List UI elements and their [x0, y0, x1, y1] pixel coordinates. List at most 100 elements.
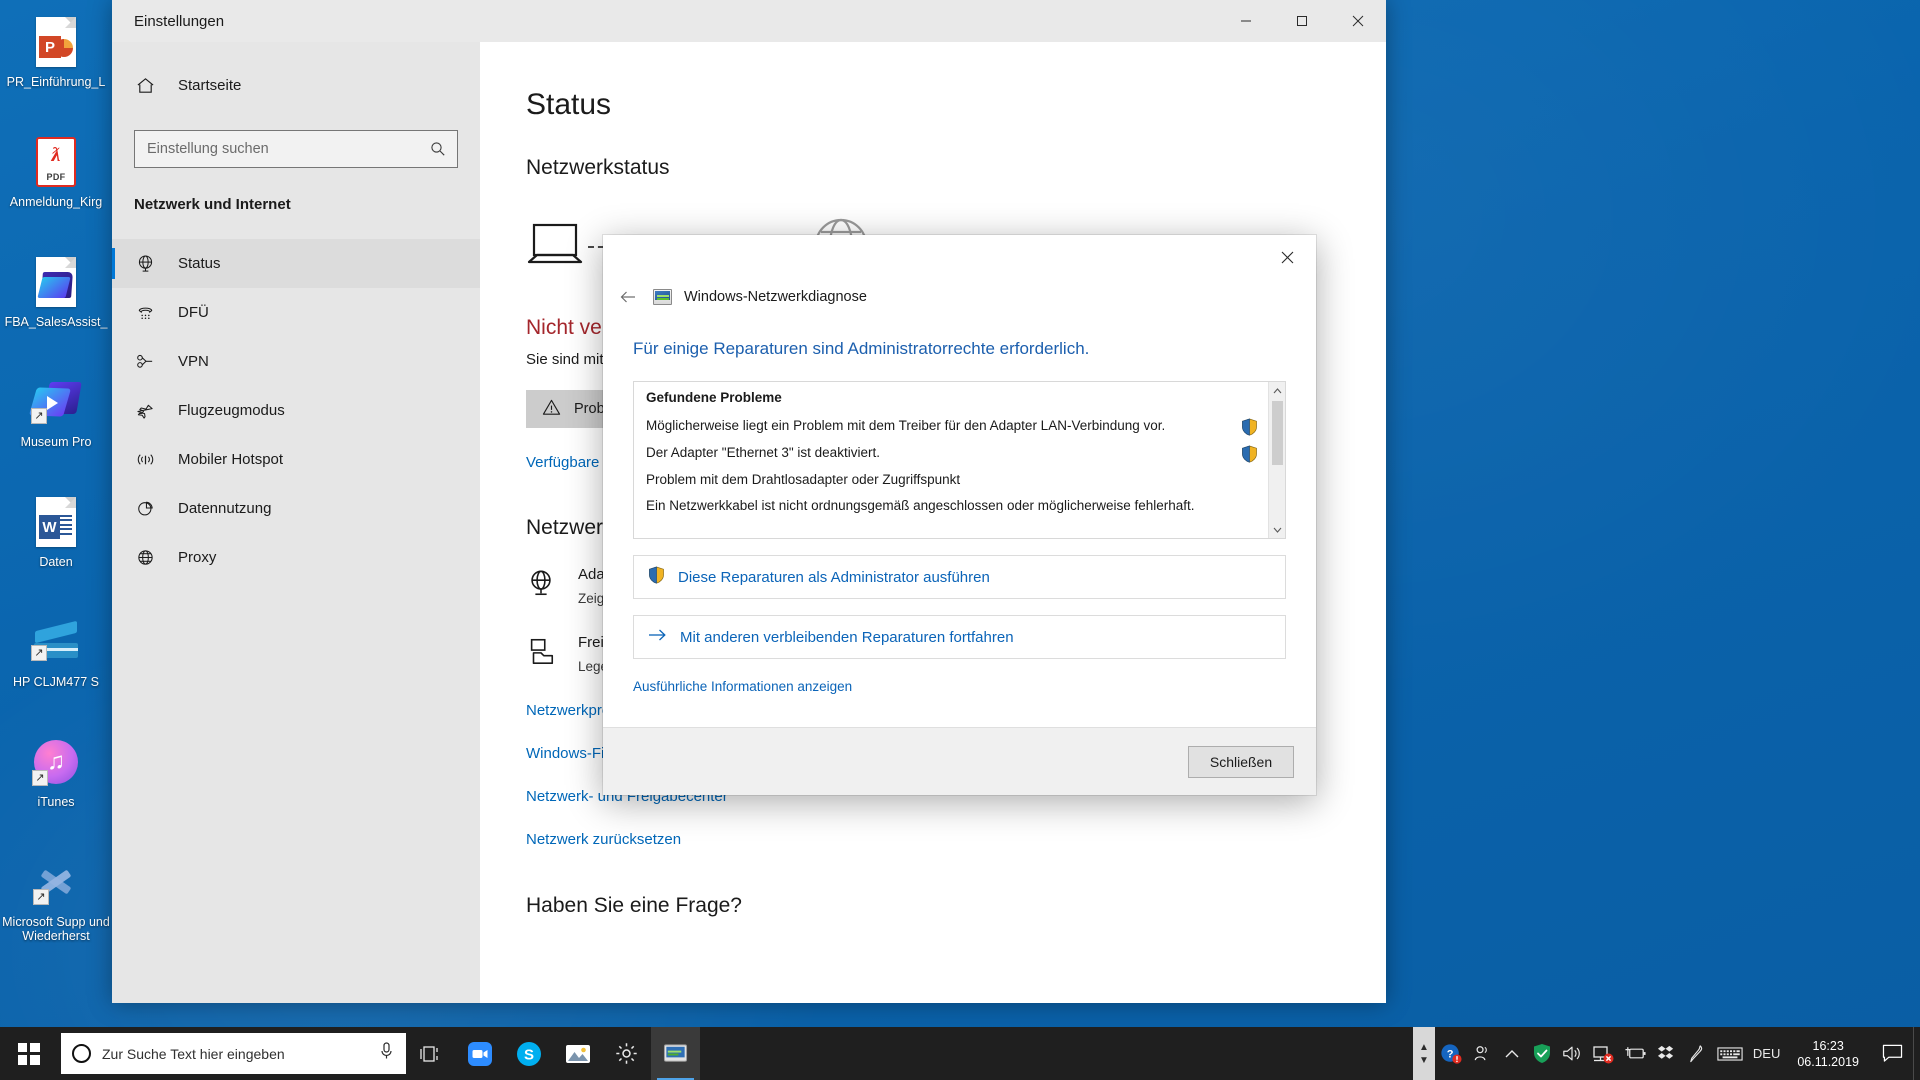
taskbar-app-skype[interactable]: S	[504, 1027, 553, 1080]
arrow-right-icon	[648, 628, 667, 646]
airplane-icon	[134, 401, 156, 420]
shield-icon	[648, 566, 665, 588]
desktop-icon-label: iTunes	[37, 795, 75, 809]
desktop-icon-powerpoint[interactable]: P PR_Einführung_L	[0, 6, 112, 126]
desktop-icon-label: Daten	[39, 555, 73, 569]
show-detailed-info-link[interactable]: Ausführliche Informationen anzeigen	[633, 679, 852, 694]
tray-power-icon[interactable]	[1619, 1027, 1652, 1080]
globe-icon	[134, 254, 156, 273]
tray-pen-icon[interactable]	[1682, 1027, 1712, 1080]
link-network-reset[interactable]: Netzwerk zurücksetzen	[526, 831, 1386, 848]
chevron-down-icon: ▼	[1418, 1054, 1429, 1066]
vpn-icon	[134, 352, 156, 371]
run-repairs-as-admin-button[interactable]: Diese Reparaturen als Administrator ausf…	[633, 555, 1286, 599]
taskbar-app-zoom[interactable]	[455, 1027, 504, 1080]
tray-security-icon[interactable]	[1527, 1027, 1557, 1080]
scanner-icon: ↗	[31, 616, 80, 668]
desktop-icon-label: PR_Einführung_L	[6, 75, 106, 89]
tray-show-hidden-icons[interactable]	[1497, 1027, 1527, 1080]
language-label: DEU	[1752, 1046, 1781, 1061]
found-problems-caption: Gefundene Probleme	[646, 390, 782, 405]
close-icon[interactable]	[1266, 241, 1308, 273]
hotspot-icon	[134, 450, 156, 469]
search-input[interactable]	[135, 131, 419, 167]
sidebar-item-status[interactable]: Status	[112, 239, 480, 288]
shortcut-arrow-icon: ↗	[33, 889, 49, 905]
itunes-icon: ♫ ↗	[32, 736, 80, 788]
tray-help-alert-icon[interactable]: ?	[1435, 1027, 1467, 1080]
problems-scrollbar[interactable]	[1268, 382, 1285, 538]
settings-titlebar[interactable]: Einstellungen	[112, 0, 1386, 42]
sidebar-item-label: Flugzeugmodus	[178, 402, 285, 419]
minimize-button[interactable]	[1218, 0, 1274, 42]
settings-search-box[interactable]	[134, 130, 458, 168]
sidebar-item-dfue[interactable]: DFÜ	[112, 288, 480, 337]
taskbar-app-settings[interactable]	[602, 1027, 651, 1080]
maximize-button[interactable]	[1274, 0, 1330, 42]
desktop-icon-fba-salesassist[interactable]: FBA_SalesAssist_	[0, 246, 112, 366]
globe-icon	[134, 548, 156, 567]
sidebar-item-mobile-hotspot[interactable]: Mobiler Hotspot	[112, 435, 480, 484]
sidebar-item-proxy[interactable]: Proxy	[112, 533, 480, 582]
museum-pro-icon: ↗	[28, 376, 82, 428]
taskbar-app-network-diagnostics[interactable]	[651, 1027, 700, 1080]
question-title: Haben Sie eine Frage?	[526, 894, 742, 917]
search-icon[interactable]	[419, 131, 457, 167]
dialog-title: Windows-Netzwerkdiagnose	[684, 289, 867, 305]
sidebar-item-label: VPN	[178, 353, 209, 370]
blue-folder-icon	[32, 256, 80, 308]
clock-date: 06.11.2019	[1797, 1054, 1859, 1069]
problem-text: Problem mit dem Drahtlosadapter oder Zug…	[646, 472, 961, 487]
back-arrow-icon[interactable]	[615, 284, 641, 310]
start-button[interactable]	[0, 1027, 57, 1080]
computer-icon	[526, 220, 588, 275]
action-center-button[interactable]	[1871, 1027, 1913, 1080]
sidebar-item-label: Startseite	[178, 76, 242, 94]
tray-language-indicator[interactable]: DEU	[1748, 1027, 1785, 1080]
sidebar-item-label: Proxy	[178, 549, 217, 566]
microphone-icon[interactable]	[379, 1042, 395, 1065]
taskbar-search-box[interactable]: Zur Suche Text hier eingeben	[61, 1033, 406, 1074]
window-title: Einstellungen	[134, 12, 225, 30]
sidebar-item-home[interactable]: Startseite	[112, 62, 480, 108]
desktop-icon-museum-pro[interactable]: ↗ Museum Pro	[0, 366, 112, 486]
desktop-icon-pdf[interactable]: ƛ PDF Anmeldung_Kirg	[0, 126, 112, 246]
close-dialog-button[interactable]: Schließen	[1188, 745, 1294, 778]
desktop-icon-daten[interactable]: W Daten	[0, 486, 112, 606]
dialog-navbar: Windows-Netzwerkdiagnose	[603, 281, 1316, 313]
pie-chart-icon	[134, 499, 156, 518]
chevron-down-icon[interactable]	[1269, 521, 1286, 538]
found-problems-list: Gefundene Probleme Möglicherweise liegt …	[634, 382, 1268, 538]
sidebar-item-airplane-mode[interactable]: Flugzeugmodus	[112, 386, 480, 435]
powerpoint-icon: P	[32, 16, 80, 68]
task-view-button[interactable]	[406, 1027, 455, 1080]
tray-network-error-icon[interactable]	[1587, 1027, 1619, 1080]
cortana-circle-icon	[72, 1044, 91, 1063]
desktop-icon-label: Museum Pro	[20, 435, 92, 449]
close-button[interactable]	[1330, 0, 1386, 42]
show-desktop-button[interactable]	[1913, 1027, 1920, 1080]
shortcut-arrow-icon: ↗	[32, 770, 48, 786]
taskbar-app-photos[interactable]	[553, 1027, 602, 1080]
desktop-icon-itunes[interactable]: ♫ ↗ iTunes	[0, 726, 112, 846]
desktop-icon-support-recovery[interactable]: ↗ Microsoft Supp und Wiederherst	[0, 846, 112, 966]
desktop-icon-hp-scanner[interactable]: ↗ HP CLJM477 S	[0, 606, 112, 726]
sidebar-item-data-usage[interactable]: Datennutzung	[112, 484, 480, 533]
tray-people-icon[interactable]	[1467, 1027, 1497, 1080]
dialog-titlebar[interactable]	[603, 235, 1316, 281]
desktop-icon-label: HP CLJM477 S	[13, 675, 99, 689]
sidebar-item-label: Mobiler Hotspot	[178, 451, 284, 468]
tray-volume-icon[interactable]	[1557, 1027, 1587, 1080]
tray-clock[interactable]: 16:23 06.11.2019	[1785, 1027, 1871, 1080]
scrollbar-thumb[interactable]	[1271, 401, 1283, 465]
continue-other-repairs-button[interactable]: Mit anderen verbleibenden Reparaturen fo…	[633, 615, 1286, 659]
action-label: Diese Reparaturen als Administrator ausf…	[678, 568, 990, 586]
tray-dropbox-icon[interactable]	[1652, 1027, 1682, 1080]
sidebar-item-vpn[interactable]: VPN	[112, 337, 480, 386]
tray-keyboard-icon[interactable]	[1712, 1027, 1748, 1080]
found-problems-box: Gefundene Probleme Möglicherweise liegt …	[633, 381, 1286, 539]
desktop-icon-label: FBA_SalesAssist_	[4, 315, 108, 329]
warning-icon	[542, 398, 561, 421]
chevron-up-icon[interactable]	[1269, 382, 1286, 399]
tray-expand-toggle[interactable]: ▲ ▼	[1412, 1027, 1435, 1080]
